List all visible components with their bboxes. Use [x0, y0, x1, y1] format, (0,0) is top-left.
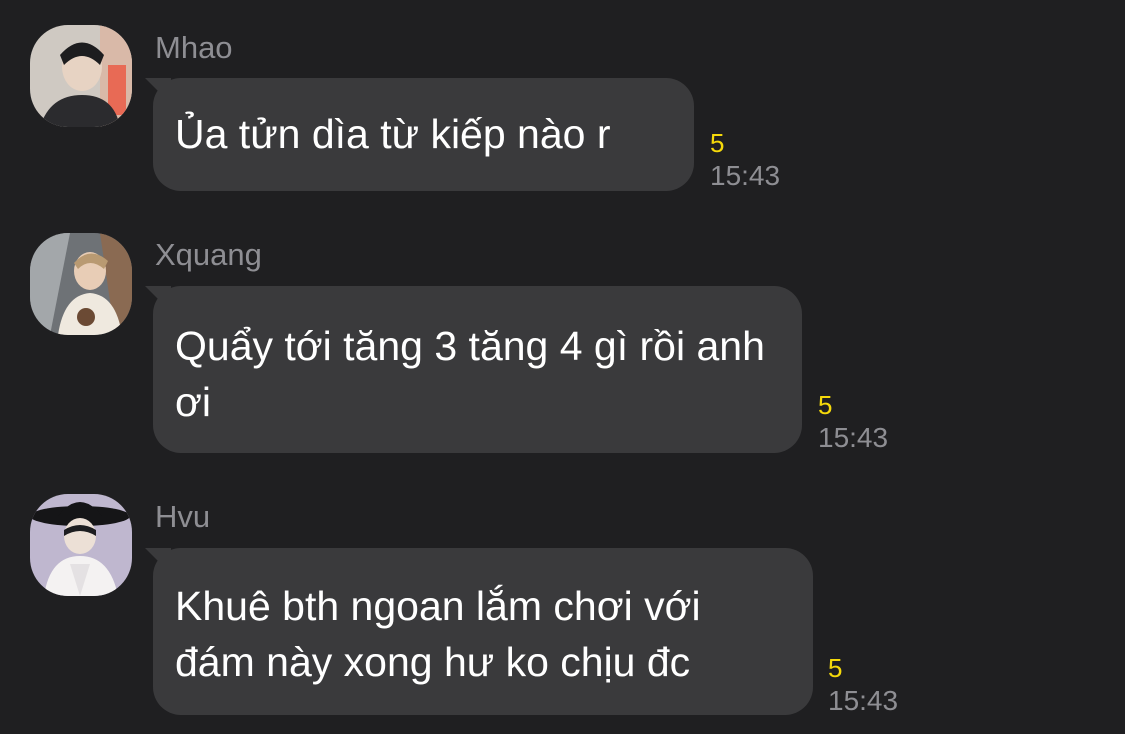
- message-text: Ủa tửn dìa từ kiếp nào r: [175, 111, 611, 157]
- sender-name: Hvu: [155, 499, 211, 534]
- message-bubble[interactable]: Ủa tửn dìa từ kiếp nào r: [153, 78, 694, 191]
- timestamp: 15:43: [818, 422, 889, 453]
- message-bubble[interactable]: Khuê bth ngoan lắm chơi với đám này xong…: [153, 548, 813, 715]
- seen-count: 5: [710, 128, 725, 158]
- message-meta: 5 15:43: [710, 128, 780, 192]
- message-bubble[interactable]: Quẩy tới tăng 3 tăng 4 gì rồi anh ơi: [153, 286, 802, 453]
- seen-count: 5: [828, 653, 843, 683]
- timestamp: 15:43: [710, 160, 781, 191]
- sender-name: Mhao: [155, 30, 233, 65]
- message-text: Quẩy tới tăng 3 tăng 4 gì rồi anh ơi: [175, 323, 765, 425]
- sender-name: Xquang: [155, 237, 262, 272]
- avatar[interactable]: [30, 233, 132, 335]
- timestamp: 15:43: [828, 685, 899, 716]
- user-avatar-photo-icon: [30, 233, 132, 335]
- avatar[interactable]: [30, 25, 132, 127]
- chat-message-list: Mhao Ủa tửn dìa từ kiếp nào r 5 15:43 Xq…: [0, 0, 1125, 734]
- message-meta: 5 15:43: [818, 390, 888, 454]
- user-avatar-photo-icon: [30, 494, 132, 596]
- seen-count: 5: [818, 390, 833, 420]
- user-avatar-photo-icon: [30, 25, 132, 127]
- message-text: Khuê bth ngoan lắm chơi với đám này xong…: [175, 583, 701, 685]
- avatar[interactable]: [30, 494, 132, 596]
- message-meta: 5 15:43: [828, 653, 898, 717]
